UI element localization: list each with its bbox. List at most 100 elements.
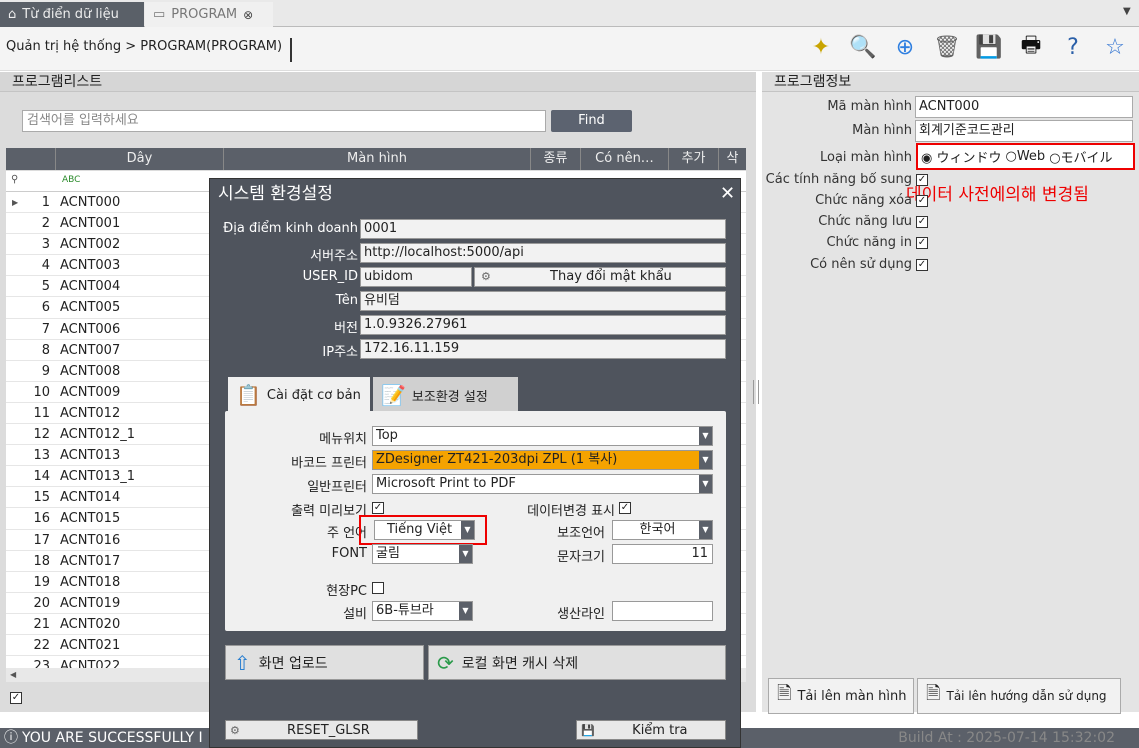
pin-icon: ⚲	[11, 174, 19, 185]
breadcrumb: Quản trị hệ thống > PROGRAM(PROGRAM)	[6, 38, 293, 62]
delete-checkbox[interactable]: ✓	[916, 195, 928, 207]
add-icon[interactable]: ⊕	[890, 32, 920, 62]
radio-web[interactable]: ○Web	[1006, 149, 1046, 164]
radio-label: モバイル	[1060, 151, 1113, 166]
server-address-field[interactable]: http://localhost:5000/api	[360, 243, 726, 263]
close-icon[interactable]: ✕	[720, 183, 735, 204]
splitter-handle[interactable]	[753, 380, 759, 404]
tab-program[interactable]: ▭ PROGRAM ⊗	[145, 2, 273, 27]
program-code-cell[interactable]: ACNT020	[60, 614, 120, 635]
barcode-printer-select[interactable]: ZDesigner ZT421-203dpi ZPL (1 복사) ▼	[372, 450, 713, 470]
tab-label: PROGRAM	[171, 7, 238, 22]
tab-aux-settings[interactable]: 📝 보조환경 설정	[373, 377, 518, 413]
program-code-cell[interactable]: ACNT001	[60, 213, 120, 234]
program-code-cell[interactable]: ACNT014	[60, 487, 120, 508]
clear-local-cache-button[interactable]: ⟳ 로컬 화면 캐시 삭제	[428, 645, 726, 680]
select-all-checkbox[interactable]: ✓	[10, 692, 22, 704]
search-input[interactable]: 검색어를 입력하세요	[22, 110, 546, 132]
menu-label: 메뉴위치	[319, 432, 367, 447]
check-button[interactable]: 💾 Kiểm tra	[576, 720, 726, 740]
program-code-cell[interactable]: ACNT015	[60, 508, 120, 529]
print-icon[interactable]: 🖶	[1016, 32, 1046, 62]
program-code-cell[interactable]: ACNT013_1	[60, 466, 135, 487]
mh-label: Màn hình	[852, 123, 912, 138]
program-code-cell[interactable]: ACNT005	[60, 297, 120, 318]
column-header[interactable]: Có nên…	[581, 148, 669, 170]
user-id-field[interactable]: ubidom	[360, 267, 472, 287]
row-number: 1	[41, 195, 50, 210]
program-code-cell[interactable]: ACNT021	[60, 635, 120, 656]
refresh-icon: ⟳	[437, 650, 454, 675]
program-code-cell[interactable]: ACNT013	[60, 445, 120, 466]
production-line-field[interactable]	[612, 601, 713, 621]
program-code-cell[interactable]: ACNT002	[60, 234, 120, 255]
upload-screen-button[interactable]: 🗎 Tải lên màn hình	[768, 678, 914, 714]
save-icon: 💾	[581, 723, 595, 737]
program-code-cell[interactable]: ACNT009	[60, 382, 120, 403]
screen-code-field[interactable]: ACNT000	[915, 96, 1133, 118]
tab-basic-settings[interactable]: 📋 Cài đặt cơ bản	[228, 377, 370, 413]
reset-glsr-button[interactable]: ⚙ RESET_GLSR	[225, 720, 418, 740]
help-icon[interactable]: ?	[1058, 32, 1088, 62]
favorite-star-icon[interactable]: ☆	[1100, 32, 1130, 62]
program-code-cell[interactable]: ACNT016	[60, 530, 120, 551]
row-number: 11	[33, 405, 50, 421]
filter-abc-icon[interactable]: ABC	[62, 175, 80, 185]
column-header[interactable]: 삭	[719, 148, 746, 170]
search-icon[interactable]: 🔍	[848, 32, 878, 62]
program-code-cell[interactable]: ACNT017	[60, 551, 120, 572]
delete-icon[interactable]: 🗑	[932, 32, 962, 62]
print-checkbox[interactable]: ✓	[916, 237, 928, 249]
upload-screen-button[interactable]: ⇧ 화면 업로드	[225, 645, 424, 680]
program-code-cell[interactable]: ACNT000	[60, 192, 120, 213]
radio-window[interactable]: ◉ ウィンドウ	[921, 147, 1002, 166]
program-code-cell[interactable]: ACNT018	[60, 572, 120, 593]
program-code-cell[interactable]: ACNT022	[60, 656, 120, 668]
program-code-cell[interactable]: ACNT012_1	[60, 424, 135, 445]
print-preview-checkbox[interactable]: ✓	[372, 502, 384, 514]
close-tab-icon[interactable]: ⊗	[243, 8, 253, 22]
tab-menu-dropdown-icon[interactable]: ▼	[1123, 6, 1131, 17]
version-field: 1.0.9326.27961	[360, 315, 726, 335]
header-corner	[6, 148, 56, 170]
program-code-cell[interactable]: ACNT006	[60, 319, 120, 340]
tab-data-dictionary[interactable]: ⌂ Từ điển dữ liệu	[0, 2, 144, 27]
program-code-cell[interactable]: ACNT008	[60, 361, 120, 382]
column-header[interactable]: Dây	[56, 148, 224, 170]
change-password-button[interactable]: ⚙ Thay đổi mật khẩu	[474, 267, 726, 287]
row-number: 8	[41, 342, 50, 358]
column-header[interactable]: 종류	[531, 148, 581, 170]
grid-header: Dây Màn hình 종류 Có nên… 추가 삭	[6, 148, 746, 170]
program-code-cell[interactable]: ACNT003	[60, 255, 120, 276]
upload-guide-button[interactable]: 🗎 Tải lên hướng dẫn sử dụng	[917, 678, 1121, 714]
key-icon: ⚙	[481, 270, 491, 283]
program-code-cell[interactable]: ACNT007	[60, 340, 120, 361]
program-code-cell[interactable]: ACNT019	[60, 593, 120, 614]
column-header[interactable]: 추가	[669, 148, 719, 170]
save-icon[interactable]: 💾	[974, 32, 1004, 62]
data-change-checkbox[interactable]: ✓	[619, 502, 631, 514]
row-number: 13	[33, 448, 50, 464]
menu-position-select[interactable]: Top ▼	[372, 426, 713, 446]
program-code-cell[interactable]: ACNT012	[60, 403, 120, 424]
column-header[interactable]: Màn hình	[224, 148, 531, 170]
new-icon[interactable]: ✦	[806, 32, 836, 62]
general-printer-select[interactable]: Microsoft Print to PDF ▼	[372, 474, 713, 494]
scroll-left-icon[interactable]: ◀	[10, 670, 16, 679]
server-label: 서버주소	[310, 249, 358, 264]
font-size-field[interactable]: 11	[612, 544, 713, 564]
site-pc-checkbox[interactable]	[372, 582, 384, 594]
barcode-label: 바코드 프린터	[291, 456, 367, 471]
sub-language-select[interactable]: 한국어 ▼	[612, 520, 713, 540]
name-field[interactable]: 유비덤	[360, 291, 726, 311]
screen-name-field[interactable]: 회계기준코드관리	[915, 120, 1133, 142]
radio-mobile[interactable]: ○モバイル	[1049, 147, 1112, 166]
business-location-field[interactable]: 0001	[360, 219, 726, 239]
use-checkbox[interactable]: ✓	[916, 259, 928, 271]
ma-label: Mã màn hình	[827, 99, 912, 114]
program-code-cell[interactable]: ACNT004	[60, 276, 120, 297]
find-button[interactable]: Find	[551, 110, 632, 132]
row-number: 20	[33, 595, 50, 611]
row-number: 3	[41, 237, 50, 253]
save-checkbox[interactable]: ✓	[916, 216, 928, 228]
